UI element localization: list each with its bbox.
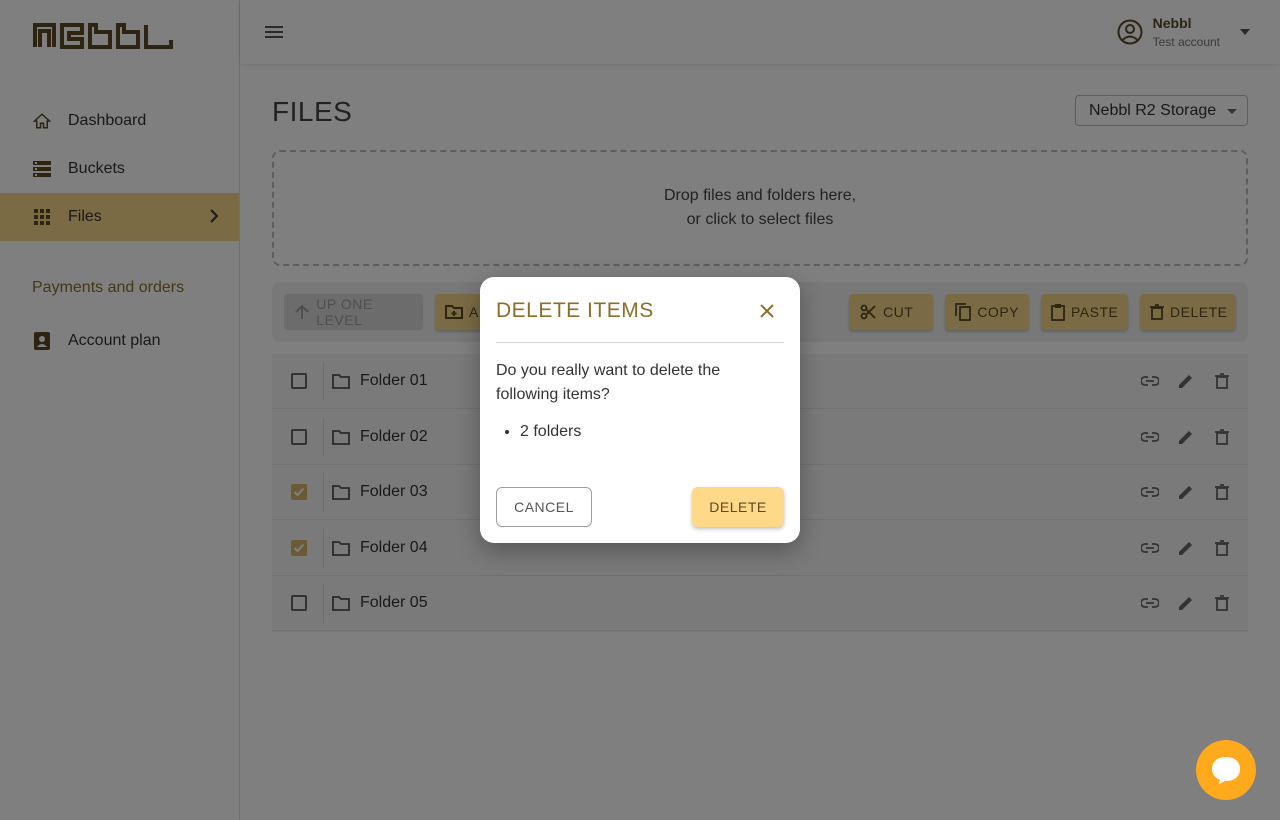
dialog-item-list: 2 folders <box>520 423 581 441</box>
close-icon[interactable] <box>758 302 776 320</box>
dialog-divider <box>496 342 784 343</box>
chat-bubble-icon <box>1209 754 1243 786</box>
delete-items-dialog: DELETE ITEMS Do you really want to delet… <box>480 277 800 543</box>
cancel-button[interactable]: CANCEL <box>496 487 592 527</box>
confirm-delete-button[interactable]: DELETE <box>692 487 784 527</box>
dialog-item: 2 folders <box>520 423 581 441</box>
dialog-title: DELETE ITEMS <box>496 299 654 322</box>
chat-widget-button[interactable] <box>1196 740 1256 800</box>
dialog-message: Do you really want to delete the followi… <box>496 362 721 403</box>
